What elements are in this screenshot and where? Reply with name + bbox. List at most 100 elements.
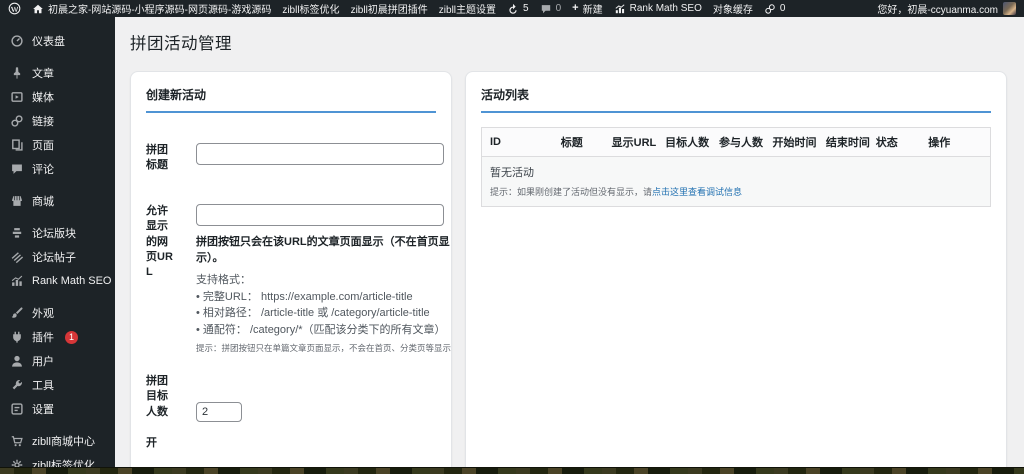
col-actions: 操作	[920, 128, 990, 157]
empty-row: 暂无活动 提示：如果刚创建了活动但没有显示，请点击这里查看调试信息	[482, 157, 991, 207]
sidebar-item-label: 用户	[32, 353, 54, 369]
pages-icon	[10, 138, 24, 152]
sidebar-item-pages[interactable]: 页面	[0, 133, 115, 157]
field-row-url: 允许显示的网页URL 拼团按钮只会在该URL的文章页面显示（不在首页显示）。 支…	[146, 204, 436, 354]
sidebar-item-posts[interactable]: 文章	[0, 61, 115, 85]
sidebar-item-label: 论坛帖子	[32, 249, 76, 265]
create-panel-title: 创建新活动	[146, 86, 436, 113]
sidebar-item-appearance[interactable]: 外观	[0, 301, 115, 325]
avatar	[1003, 2, 1016, 15]
list-panel-title: 活动列表	[481, 86, 991, 113]
sidebar-item-label: 评论	[32, 161, 54, 177]
activity-table: ID 标题 显示URL 目标人数 参与人数 开始时间 结束时间 状态 操作	[481, 127, 991, 207]
comments-item[interactable]: 0	[540, 3, 562, 15]
wrench-icon	[10, 378, 24, 392]
title-field-label: 拼团标题	[146, 143, 176, 174]
site-menu[interactable]: 初晨之家-网站源码-小程序源码-网页源码-游戏源码	[32, 1, 271, 16]
update-icon	[507, 3, 519, 15]
sidebar-item-label: 页面	[32, 137, 54, 153]
url-input[interactable]	[196, 204, 444, 226]
adminbar-link-pintuan-plugin[interactable]: zibll初晨拼团插件	[351, 1, 428, 16]
comment-icon	[540, 3, 552, 15]
sidebar-item-zibll-shop-center[interactable]: zibll商城中心	[0, 429, 115, 453]
col-id: ID	[482, 128, 553, 157]
comment-icon	[10, 162, 24, 176]
sidebar-item-forum-posts[interactable]: 论坛帖子	[0, 245, 115, 269]
account-item[interactable]: 您好，初晨-ccyuanma.com	[877, 1, 1016, 16]
update-count: 5	[523, 3, 529, 14]
plus-icon: +	[572, 3, 578, 14]
field-row-title: 拼团标题	[146, 143, 436, 174]
new-label: 新建	[583, 1, 603, 16]
sidebar-item-links[interactable]: 链接	[0, 109, 115, 133]
admin-bar: 初晨之家-网站源码-小程序源码-网页源码-游戏源码 zibll标签优化 zibl…	[0, 0, 1024, 17]
updates-item[interactable]: 5	[507, 3, 529, 15]
chart-icon	[614, 3, 626, 15]
sidebar-item-label: 商城	[32, 193, 54, 209]
col-url: 显示URL	[604, 128, 657, 157]
col-start: 开始时间	[764, 128, 817, 157]
stacked-bars-icon	[10, 226, 24, 240]
title-input[interactable]	[196, 143, 444, 165]
sidebar-item-dashboard[interactable]: 仪表盘	[0, 29, 115, 53]
brush-icon	[10, 306, 24, 320]
col-participants: 参与人数	[711, 128, 764, 157]
sidebar-item-users[interactable]: 用户	[0, 349, 115, 373]
sidebar-item-tools[interactable]: 工具	[0, 373, 115, 397]
url-format-relative: • 相对路径： /article-title 或 /category/artic…	[196, 305, 436, 322]
url-formats-title: 支持格式：	[196, 273, 436, 289]
main-content: 拼团活动管理 创建新活动 拼团标题 允许显示的网页URL 拼团按钮只会在该URL…	[115, 17, 1024, 474]
wp-logo-icon[interactable]	[8, 2, 21, 15]
empty-state-hint: 提示：如果刚创建了活动但没有显示，请点击这里查看调试信息	[490, 185, 982, 198]
create-activity-panel: 创建新活动 拼团标题 允许显示的网页URL 拼团按钮只会在该URL的文章页面显示…	[130, 71, 452, 474]
link-icon	[10, 114, 24, 128]
rank-math-item[interactable]: Rank Math SEO	[614, 3, 702, 15]
sidebar-item-label: 插件	[32, 329, 54, 345]
sidebar-item-plugins[interactable]: 插件 1	[0, 325, 115, 349]
sidebar-item-shop[interactable]: 商城	[0, 189, 115, 213]
col-end: 结束时间	[818, 128, 868, 157]
sidebar-item-label: 工具	[32, 377, 54, 393]
cart-icon	[10, 434, 24, 448]
chart-icon	[10, 274, 24, 288]
field-row-target: 拼团目标人数	[146, 374, 436, 422]
sidebar-item-label: 设置	[32, 401, 54, 417]
cache-links-item[interactable]: 0	[764, 3, 786, 15]
url-hint: 提示：拼团按钮只在单篇文章页面显示，不会在首页、分类页等显示	[196, 342, 436, 354]
empty-state-text: 暂无活动	[490, 164, 982, 180]
sidebar-item-rank-math[interactable]: Rank Math SEO	[0, 269, 115, 293]
sidebar-item-label: 外观	[32, 305, 54, 321]
new-content-item[interactable]: + 新建	[572, 1, 602, 16]
url-format-full: • 完整URL： https://example.com/article-tit…	[196, 289, 436, 306]
sidebar-item-settings[interactable]: 设置	[0, 397, 115, 421]
link-count: 0	[780, 3, 786, 14]
hint-prefix: 提示：如果刚创建了活动但没有显示，请	[490, 187, 652, 197]
pushpin-icon	[10, 66, 24, 80]
target-count-input[interactable]	[196, 402, 242, 422]
adminbar-link-theme-settings[interactable]: zibll主题设置	[439, 1, 496, 16]
user-icon	[10, 354, 24, 368]
debug-info-link[interactable]: 点击这里查看调试信息	[652, 187, 742, 197]
sidebar-item-media[interactable]: 媒体	[0, 85, 115, 109]
plugin-icon	[10, 330, 24, 344]
adminbar-link-tag-seo[interactable]: zibll标签优化	[282, 1, 339, 16]
sidebar-item-label: 文章	[32, 65, 54, 81]
sidebar-item-forum-boards[interactable]: 论坛版块	[0, 221, 115, 245]
sidebar-item-label: zibll商城中心	[32, 433, 95, 449]
object-cache-item[interactable]: 对象缓存	[713, 1, 753, 16]
page-title: 拼团活动管理	[130, 30, 1007, 54]
sidebar-item-comments[interactable]: 评论	[0, 157, 115, 181]
home-icon	[32, 3, 44, 15]
sliders-icon	[10, 402, 24, 416]
url-desc-bold: 拼团按钮只会在该URL的文章页面显示（不在首页显示）。	[196, 235, 454, 267]
sidebar-item-label: 媒体	[32, 89, 54, 105]
gauge-icon	[10, 34, 24, 48]
col-status: 状态	[868, 128, 920, 157]
greeting-text: 您好，初晨-ccyuanma.com	[877, 1, 998, 16]
field-row-partial: 开	[146, 436, 436, 451]
sidebar-item-label: 链接	[32, 113, 54, 129]
store-icon	[10, 194, 24, 208]
url-field-label: 允许显示的网页URL	[146, 204, 176, 354]
col-title: 标题	[553, 128, 604, 157]
sidebar-item-label: Rank Math SEO	[32, 275, 111, 287]
